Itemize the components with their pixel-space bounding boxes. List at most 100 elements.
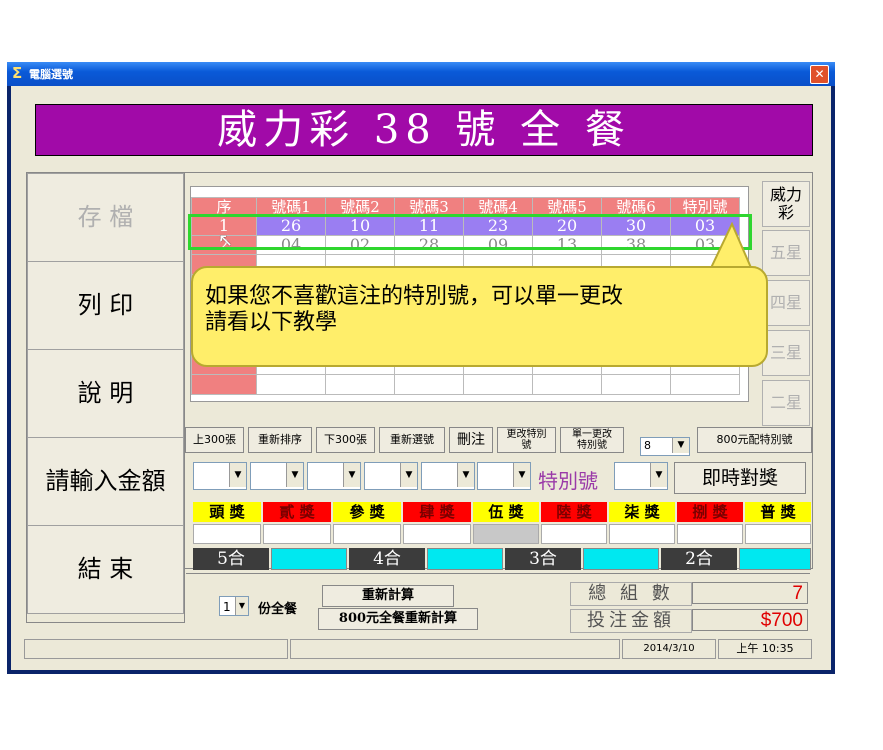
single-change-button[interactable]: 單一更改 特別號 <box>560 427 624 453</box>
chevron-down-icon[interactable]: ▼ <box>286 463 303 487</box>
exit-button[interactable]: 結 束 <box>27 525 184 614</box>
resort-button[interactable]: 重新排序 <box>248 427 312 453</box>
grid-cell[interactable] <box>532 374 602 395</box>
status-panel-2 <box>290 639 620 659</box>
grid-cell[interactable] <box>256 374 326 395</box>
chevron-down-icon[interactable]: ▼ <box>229 463 246 487</box>
special-number-label: 特別號 <box>538 469 598 493</box>
prize-label: 參 獎 <box>333 502 401 522</box>
prize-count-cell <box>403 524 471 544</box>
grid-cell[interactable] <box>463 374 533 395</box>
prize-label: 柒 獎 <box>609 502 675 522</box>
number-select-6[interactable]: ▼ <box>477 462 531 490</box>
count-select[interactable]: 8 ▼ <box>640 437 690 456</box>
recalculate-800-button[interactable]: 800元全餐重新計算 <box>318 608 478 630</box>
grid-cell[interactable] <box>601 374 671 395</box>
tooltip-tail <box>708 222 756 272</box>
tooltip-line-1: 如果您不喜歡這注的特別號，可以單一更改 <box>205 284 624 309</box>
up300-button[interactable]: 上300張 <box>185 427 244 453</box>
prize-count-cell <box>609 524 675 544</box>
portion-select[interactable]: 1 ▼ <box>219 596 249 616</box>
powerball-button[interactable]: 威力彩 <box>762 181 810 227</box>
match-count-cell <box>427 548 503 570</box>
change-special-button[interactable]: 更改特別 號 <box>497 427 556 453</box>
total-groups-value: 7 <box>692 582 808 604</box>
grid-cell[interactable] <box>394 374 464 395</box>
status-date: 2014/3/10 <box>622 639 716 659</box>
left-button-panel: 存 檔 列 印 說 明 請輸入金額 結 束 <box>26 172 185 623</box>
save-button[interactable]: 存 檔 <box>27 173 184 262</box>
chevron-down-icon[interactable]: ▼ <box>672 438 689 453</box>
match-label: 5合 <box>193 548 269 570</box>
config800-button[interactable]: 800元配特別號 <box>697 427 812 453</box>
mouse-cursor-icon: ↖ <box>218 230 234 251</box>
prize-label: 貳 獎 <box>263 502 331 522</box>
five-star-button[interactable]: 五星 <box>762 230 810 276</box>
status-panel-1 <box>24 639 288 659</box>
match-label: 2合 <box>661 548 737 570</box>
reselect-button[interactable]: 重新選號 <box>379 427 445 453</box>
special-number-select[interactable]: ▼ <box>614 462 668 490</box>
bet-amount-value: $700 <box>692 609 808 631</box>
close-button[interactable]: ✕ <box>810 65 829 84</box>
match-label: 4合 <box>349 548 425 570</box>
grid-cell[interactable] <box>325 374 395 395</box>
prize-count-cell <box>193 524 261 544</box>
table-row[interactable] <box>191 374 740 395</box>
total-groups-label: 總 組 數 <box>570 582 692 606</box>
grid-cell[interactable] <box>191 374 257 395</box>
tooltip-line-2: 請看以下教學 <box>205 310 338 335</box>
two-star-button[interactable]: 二星 <box>762 380 810 426</box>
prize-count-cell <box>677 524 743 544</box>
portion-select-value: 1 <box>223 600 231 614</box>
print-button[interactable]: 列 印 <box>27 261 184 350</box>
page-title: 威力彩 38 號 全 餐 <box>35 104 813 156</box>
match-label: 3合 <box>505 548 581 570</box>
chevron-down-icon[interactable]: ▼ <box>343 463 360 487</box>
number-select-2[interactable]: ▼ <box>250 462 304 490</box>
check-prize-button[interactable]: 即時對獎 <box>674 462 806 494</box>
recalculate-button[interactable]: 重新計算 <box>322 585 454 607</box>
single-change-label-2: 特別號 <box>577 440 607 451</box>
selection-highlight <box>188 214 752 250</box>
prize-count-cell <box>745 524 811 544</box>
chevron-down-icon[interactable]: ▼ <box>235 597 248 615</box>
match-count-cell <box>271 548 347 570</box>
chevron-down-icon[interactable]: ▼ <box>400 463 417 487</box>
prize-count-cell <box>263 524 331 544</box>
four-star-button[interactable]: 四星 <box>762 280 810 326</box>
chevron-down-icon[interactable]: ▼ <box>457 463 474 487</box>
number-select-3[interactable]: ▼ <box>307 462 361 490</box>
prize-label: 頭 獎 <box>193 502 261 522</box>
prize-label: 伍 獎 <box>473 502 539 522</box>
down300-button[interactable]: 下300張 <box>316 427 375 453</box>
number-select-4[interactable]: ▼ <box>364 462 418 490</box>
delete-button[interactable]: 刪注 <box>449 427 493 453</box>
single-change-label-1: 單一更改 <box>572 429 612 440</box>
change-special-label-2: 號 <box>521 440 532 451</box>
prize-label: 普 獎 <box>745 502 811 522</box>
enter-amount-button[interactable]: 請輸入金額 <box>27 437 184 526</box>
number-select-5[interactable]: ▼ <box>421 462 475 490</box>
bet-amount-label: 投注金額 <box>570 609 692 633</box>
prize-count-cell <box>333 524 401 544</box>
three-star-button[interactable]: 三星 <box>762 330 810 376</box>
title-bar: Σ 電腦選號 ✕ <box>7 62 835 86</box>
match-count-cell <box>739 548 811 570</box>
tooltip-text: 如果您不喜歡這注的特別號，可以單一更改 請看以下教學 <box>205 284 623 336</box>
help-button[interactable]: 說 明 <box>27 349 184 438</box>
change-special-label-1: 更改特別 <box>506 429 547 440</box>
chevron-down-icon[interactable]: ▼ <box>650 463 667 487</box>
chevron-down-icon[interactable]: ▼ <box>513 463 530 487</box>
prize-count-cell <box>541 524 607 544</box>
grid-cell[interactable] <box>670 374 740 395</box>
prize-label: 陸 獎 <box>541 502 607 522</box>
match-count-cell <box>583 548 659 570</box>
portion-label: 份全餐 <box>258 602 298 617</box>
prize-count-cell <box>473 524 539 544</box>
number-select-1[interactable]: ▼ <box>193 462 247 490</box>
prize-label: 捌 獎 <box>677 502 743 522</box>
divider <box>186 573 810 574</box>
sigma-icon: Σ <box>12 64 23 82</box>
count-select-value: 8 <box>644 439 651 452</box>
